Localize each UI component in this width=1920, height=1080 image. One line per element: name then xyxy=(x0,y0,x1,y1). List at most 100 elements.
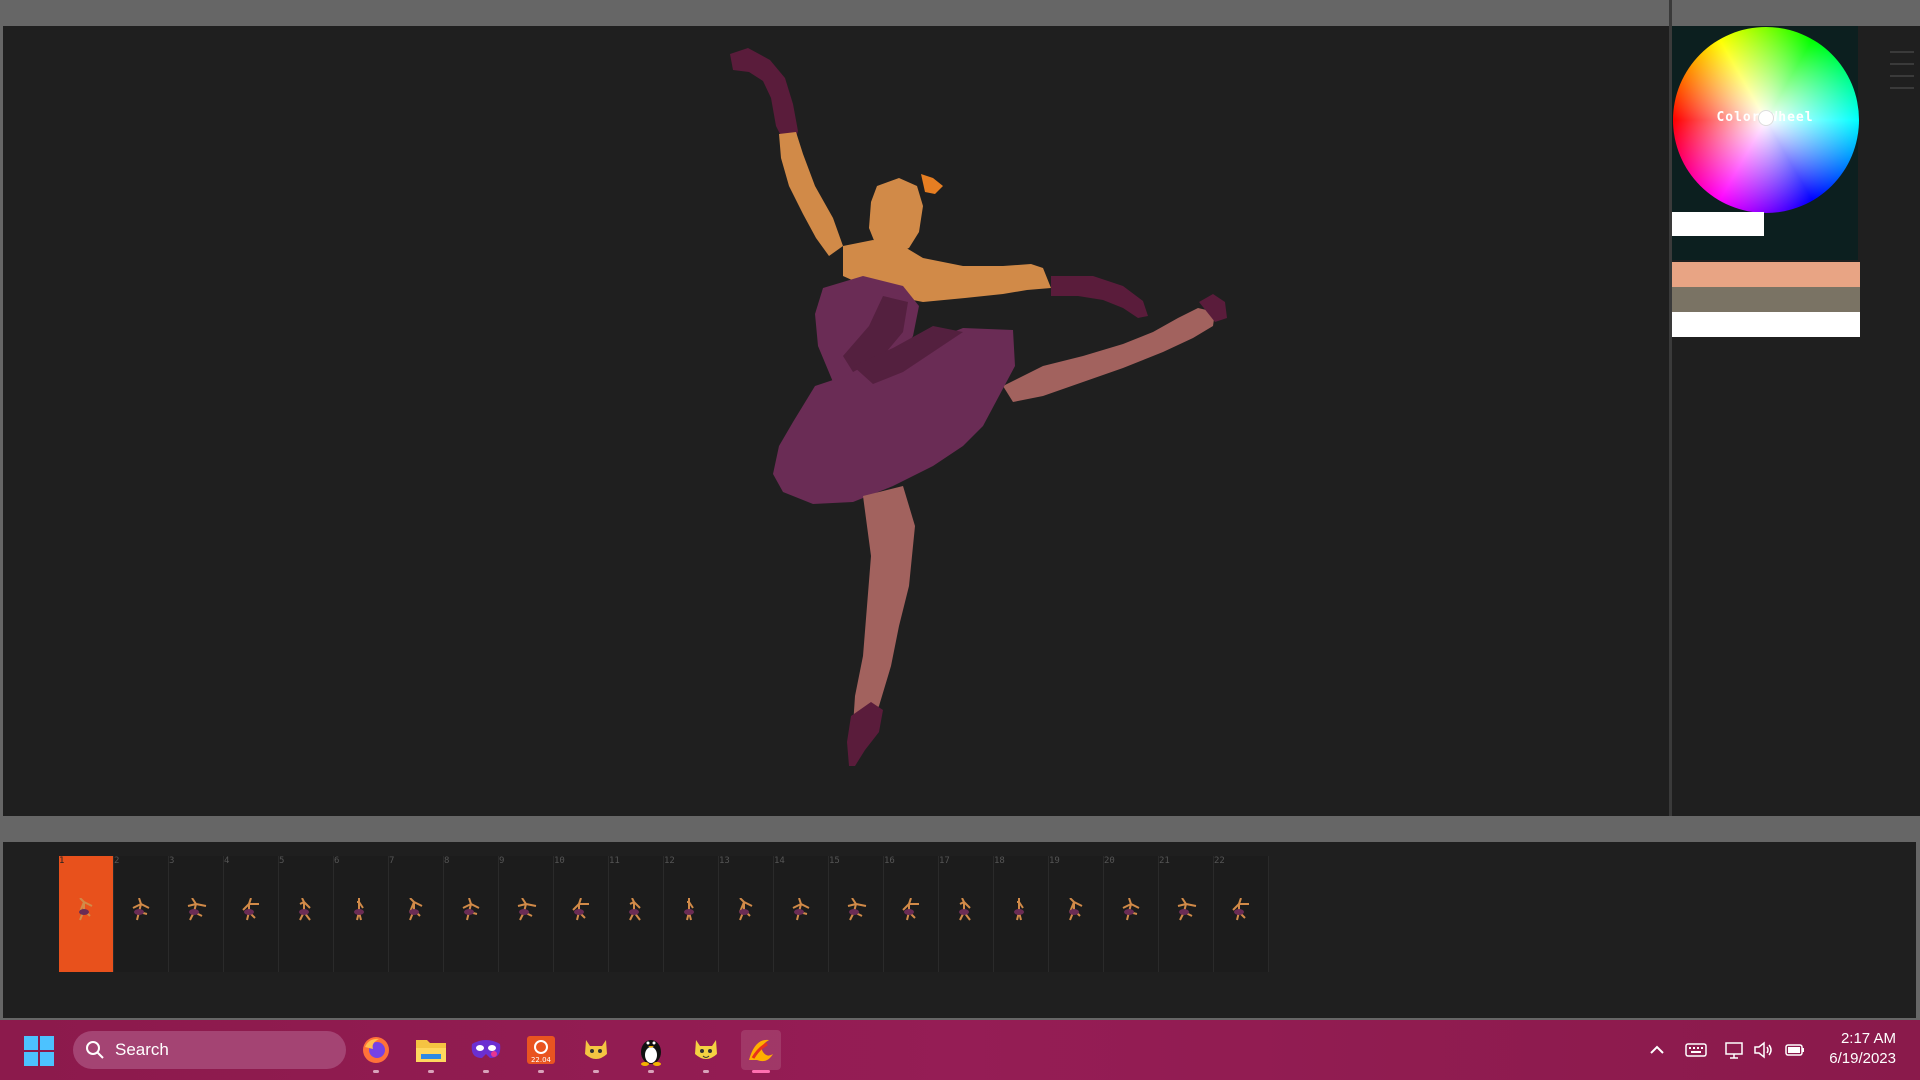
timeline-frame[interactable]: 7 xyxy=(389,856,444,972)
hair-accent xyxy=(921,174,943,194)
hex-color-input[interactable] xyxy=(1672,212,1764,236)
frame-thumbnail xyxy=(517,898,537,921)
speaker-icon[interactable] xyxy=(1751,1038,1775,1062)
frame-number: 3 xyxy=(169,856,175,866)
panel-grip-icon[interactable] xyxy=(1870,26,1920,126)
taskbar-app-drawing[interactable] xyxy=(741,1030,781,1073)
timeline-frame[interactable]: 12 xyxy=(664,856,719,972)
frame-thumbnail xyxy=(1177,898,1197,921)
timeline-frame[interactable]: 20 xyxy=(1104,856,1159,972)
color-panel: Color Wheel xyxy=(1672,26,1920,816)
frame-thumbnail xyxy=(1122,898,1140,921)
frame-thumbnail xyxy=(739,898,753,921)
timeline-frame[interactable]: 10 xyxy=(554,856,609,972)
frame-thumbnail xyxy=(132,898,150,921)
timeline-frame[interactable]: 22 xyxy=(1214,856,1269,972)
extended-glove xyxy=(1051,276,1148,318)
frame-thumbnail xyxy=(79,898,93,921)
battery-icon[interactable] xyxy=(1783,1038,1807,1062)
frame-number: 1 xyxy=(59,856,65,866)
clock-time: 2:17 AM xyxy=(1840,1030,1896,1047)
timeline-frame[interactable]: 13 xyxy=(719,856,774,972)
frame-number: 20 xyxy=(1104,856,1115,866)
color-wheel-box: Color Wheel xyxy=(1672,26,1859,260)
frame-number: 21 xyxy=(1159,856,1170,866)
taskbar-search[interactable]: Search xyxy=(73,1031,346,1069)
color-swatch-1[interactable] xyxy=(1672,262,1860,287)
frame-number: 8 xyxy=(444,856,450,866)
frame-number: 2 xyxy=(114,856,120,866)
pointe-shoe xyxy=(847,702,883,766)
frame-thumbnail xyxy=(1069,898,1083,921)
timeline-frame[interactable]: 21 xyxy=(1159,856,1214,972)
timeline-divider[interactable] xyxy=(0,816,1920,842)
frame-number: 9 xyxy=(499,856,505,866)
frame-number: 22 xyxy=(1214,856,1225,866)
timeline-frame[interactable]: 18 xyxy=(994,856,1049,972)
taskbar-app-mask[interactable] xyxy=(466,1030,506,1073)
timeline-frame[interactable]: 15 xyxy=(829,856,884,972)
frame-thumbnail xyxy=(629,898,641,921)
frame-number: 19 xyxy=(1049,856,1060,866)
timeline-frame[interactable]: 3 xyxy=(169,856,224,972)
timeline-frame[interactable]: 14 xyxy=(774,856,829,972)
mask-app-icon xyxy=(471,1040,501,1058)
color-swatch-2[interactable] xyxy=(1672,287,1860,312)
drawing-canvas[interactable] xyxy=(3,26,1669,816)
frame-thumbnail xyxy=(299,898,311,921)
frame-thumbnail xyxy=(354,898,364,921)
timeline-frame[interactable]: 5 xyxy=(279,856,334,972)
ballerina-figure xyxy=(730,48,1227,766)
frame-number: 16 xyxy=(884,856,895,866)
linux-penguin-icon xyxy=(641,1040,661,1066)
frame-number: 4 xyxy=(224,856,230,866)
keyboard-icon[interactable] xyxy=(1684,1038,1708,1062)
drawing-app-icon xyxy=(749,1039,773,1062)
frame-thumbnail xyxy=(902,898,919,921)
frame-thumbnail xyxy=(1232,898,1249,921)
timeline-frame[interactable]: 1 xyxy=(59,856,114,972)
frame-thumbnail xyxy=(242,898,259,921)
taskbar-app-linux[interactable] xyxy=(631,1030,671,1073)
frame-thumbnail xyxy=(792,898,810,921)
color-swatch-3[interactable] xyxy=(1672,312,1860,337)
timeline-frame[interactable]: 19 xyxy=(1049,856,1104,972)
timeline-frame[interactable]: 8 xyxy=(444,856,499,972)
timeline-frame[interactable]: 9 xyxy=(499,856,554,972)
firefox-icon xyxy=(363,1037,389,1063)
windows-start-icon[interactable] xyxy=(24,1036,54,1066)
extended-leg xyxy=(1003,308,1215,402)
frame-thumbnail xyxy=(409,898,423,921)
search-placeholder: Search xyxy=(115,1040,169,1059)
taskbar-app-file-explorer[interactable] xyxy=(411,1030,451,1073)
taskbar-app-ubuntu[interactable]: 22.04 xyxy=(521,1030,561,1073)
taskbar-app-firefox[interactable] xyxy=(356,1030,396,1073)
taskbar-app-cat-2[interactable] xyxy=(686,1030,726,1073)
chevron-up-icon[interactable] xyxy=(1645,1038,1669,1062)
taskbar-clock[interactable]: 2:17 AM 6/19/2023 xyxy=(1829,1029,1896,1069)
raised-arm xyxy=(779,132,843,256)
timeline-frame[interactable]: 2 xyxy=(114,856,169,972)
frame-timeline: 1 2 3 4 5 6 7 8 9 10 11 12 13 14 15 16 17 18 19 20 21 22 xyxy=(3,842,1916,1018)
taskbar: Search 22.04 2:17 AM 6/19/2023 xyxy=(0,1020,1920,1080)
raised-glove xyxy=(730,48,798,144)
ubuntu-2204-icon: 22.04 xyxy=(527,1036,555,1064)
timeline-frame[interactable]: 11 xyxy=(609,856,664,972)
network-icon[interactable] xyxy=(1723,1038,1747,1062)
frame-number: 11 xyxy=(609,856,620,866)
timeline-frame[interactable]: 4 xyxy=(224,856,279,972)
timeline-frame[interactable]: 16 xyxy=(884,856,939,972)
timeline-frame[interactable]: 17 xyxy=(939,856,994,972)
color-wheel-handle[interactable] xyxy=(1758,110,1774,126)
taskbar-app-cat[interactable] xyxy=(576,1030,616,1073)
frame-number: 13 xyxy=(719,856,730,866)
frame-number: 17 xyxy=(939,856,950,866)
frame-number: 12 xyxy=(664,856,675,866)
frame-number: 6 xyxy=(334,856,340,866)
timeline-frame[interactable]: 6 xyxy=(334,856,389,972)
standing-leg xyxy=(853,486,915,726)
frame-thumbnail xyxy=(847,898,867,921)
frame-thumbnail xyxy=(684,898,694,921)
frame-number: 5 xyxy=(279,856,285,866)
frame-thumbnail xyxy=(572,898,589,921)
